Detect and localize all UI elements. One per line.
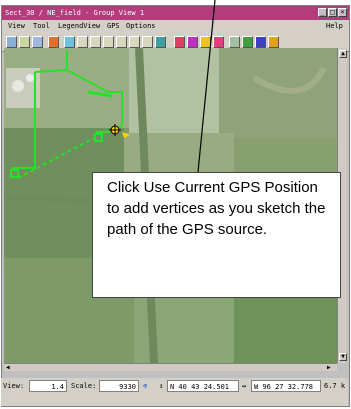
scale-label: Scale: bbox=[71, 382, 97, 390]
view-label: View: bbox=[3, 382, 25, 390]
minimize-button[interactable]: _ bbox=[318, 8, 327, 17]
menu-bar: View Tool LegendView GPS Options Help bbox=[2, 20, 349, 33]
scroll-down-button[interactable]: ▼ bbox=[339, 353, 347, 361]
grid-icon[interactable] bbox=[19, 36, 30, 48]
ns-arrow-icon: ↕ bbox=[159, 382, 164, 390]
gps-status-icon: ⊕ bbox=[143, 382, 148, 390]
scale-field[interactable]: 9330 bbox=[99, 380, 139, 392]
hist-icon[interactable] bbox=[255, 36, 266, 48]
table-icon[interactable] bbox=[229, 36, 240, 48]
longitude-field: W 96 27 32.778 bbox=[251, 380, 321, 392]
properties-icon[interactable] bbox=[268, 36, 279, 48]
menu-help[interactable]: Help bbox=[326, 20, 343, 33]
sketch-icon[interactable] bbox=[174, 36, 185, 48]
zoom-in-icon[interactable] bbox=[77, 36, 88, 48]
legend-icon[interactable] bbox=[48, 36, 59, 48]
flag-icon[interactable] bbox=[213, 36, 224, 48]
menu-view[interactable]: View bbox=[8, 20, 25, 33]
ew-arrow-icon: ↔ bbox=[242, 382, 247, 390]
view-zoom-field[interactable]: 1.4 bbox=[29, 380, 67, 392]
title-bar: Sect_30 / NE_field - Group View 1 _ □ × bbox=[2, 6, 349, 20]
horizontal-scrollbar[interactable]: ◀ ▶ bbox=[4, 363, 337, 371]
window-title: Sect_30 / NE_field - Group View 1 bbox=[5, 9, 145, 17]
menu-gps[interactable]: GPS bbox=[107, 20, 120, 33]
distance-readout: 6.7 k bbox=[324, 382, 346, 390]
layers-icon[interactable] bbox=[32, 36, 43, 48]
latitude-field: N 40 43 24.501 bbox=[167, 380, 239, 392]
view-icon[interactable] bbox=[6, 36, 17, 48]
zoom-out-icon[interactable] bbox=[90, 36, 101, 48]
status-bar: View: 1.4 Scale: 9330 ⊕ ↕ N 40 43 24.501… bbox=[1, 378, 348, 394]
scroll-left-button[interactable]: ◀ bbox=[6, 364, 14, 371]
bottom-strip bbox=[1, 394, 348, 406]
select-icon[interactable] bbox=[64, 36, 75, 48]
measure-icon[interactable] bbox=[142, 36, 153, 48]
close-button[interactable]: × bbox=[338, 8, 347, 17]
zoom-full-icon[interactable] bbox=[129, 36, 140, 48]
pan-icon[interactable] bbox=[103, 36, 114, 48]
zoom-box-icon[interactable] bbox=[116, 36, 127, 48]
vertex-icon[interactable] bbox=[187, 36, 198, 48]
maximize-button[interactable]: □ bbox=[328, 8, 337, 17]
gps-icon[interactable] bbox=[155, 36, 166, 48]
scroll-up-button[interactable]: ▲ bbox=[339, 50, 347, 58]
scroll-right-button[interactable]: ▶ bbox=[327, 364, 335, 371]
palette-icon[interactable] bbox=[242, 36, 253, 48]
menu-legendview[interactable]: LegendView bbox=[58, 20, 100, 33]
instruction-callout: Click Use Current GPS Position to add ve… bbox=[92, 172, 341, 298]
edit-icon[interactable] bbox=[200, 36, 211, 48]
menu-options[interactable]: Options bbox=[126, 20, 156, 33]
menu-tool[interactable]: Tool bbox=[33, 20, 50, 33]
